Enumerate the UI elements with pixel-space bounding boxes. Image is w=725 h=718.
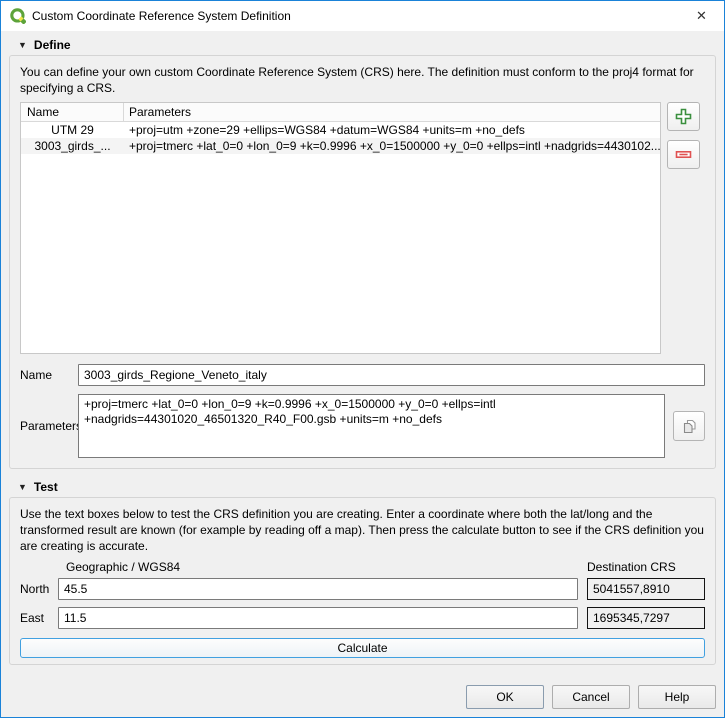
name-label: Name	[20, 368, 78, 382]
east-label: East	[20, 611, 58, 625]
east-result-field: 1695345,7297	[587, 607, 705, 629]
custom-crs-dialog: Custom Coordinate Reference System Defin…	[0, 0, 725, 718]
north-row: North 5041557,8910	[20, 578, 705, 600]
parameters-field-row: Parameters +proj=tmerc +lat_0=0 +lon_0=9…	[20, 394, 705, 458]
crs-name-input[interactable]	[78, 364, 705, 386]
crs-params-cell[interactable]: +proj=utm +zone=29 +ellips=WGS84 +datum=…	[124, 123, 660, 137]
qgis-logo-icon	[10, 8, 26, 24]
define-description: You can define your own custom Coordinat…	[20, 64, 705, 96]
north-result-field: 5041557,8910	[587, 578, 705, 600]
dialog-body: ▼ Define You can define your own custom …	[1, 31, 724, 717]
chevron-down-icon[interactable]: ▼	[18, 41, 27, 50]
crs-table-header: Name Parameters	[21, 103, 660, 122]
title-bar: Custom Coordinate Reference System Defin…	[1, 1, 724, 31]
test-group-frame: Use the text boxes below to test the CRS…	[9, 497, 716, 665]
remove-crs-button[interactable]	[667, 140, 700, 169]
test-section-title: Test	[34, 480, 58, 494]
define-group-frame: You can define your own custom Coordinat…	[9, 55, 716, 469]
test-description: Use the text boxes below to test the CRS…	[20, 506, 705, 554]
crs-name-cell[interactable]: UTM 29	[21, 123, 124, 137]
column-header-parameters[interactable]: Parameters	[124, 105, 660, 119]
section-gap	[9, 469, 716, 477]
window-title: Custom Coordinate Reference System Defin…	[32, 9, 679, 23]
calculate-button[interactable]: Calculate	[20, 638, 705, 658]
cancel-button[interactable]: Cancel	[552, 685, 630, 709]
plus-icon	[675, 108, 692, 125]
copy-icon	[682, 419, 697, 434]
close-icon[interactable]: ✕	[679, 2, 724, 31]
north-input[interactable]	[58, 578, 578, 600]
copy-parameters-button[interactable]	[673, 411, 705, 441]
east-input[interactable]	[58, 607, 578, 629]
parameters-label: Parameters	[20, 419, 78, 433]
crs-parameters-textarea[interactable]: +proj=tmerc +lat_0=0 +lon_0=9 +k=0.9996 …	[78, 394, 665, 458]
name-field-row: Name	[20, 364, 705, 386]
north-label: North	[20, 582, 58, 596]
define-section-header[interactable]: ▼ Define	[9, 35, 716, 55]
minus-icon	[675, 146, 692, 163]
define-section-title: Define	[34, 38, 71, 52]
crs-name-cell[interactable]: 3003_girds_...	[21, 139, 124, 153]
test-section-header[interactable]: ▼ Test	[9, 477, 716, 497]
destination-crs-label: Destination CRS	[587, 560, 705, 574]
table-button-column	[667, 102, 705, 354]
add-crs-button[interactable]	[667, 102, 700, 131]
geographic-label: Geographic / WGS84	[66, 560, 587, 574]
east-row: East 1695345,7297	[20, 607, 705, 629]
footer-button-row: OK Cancel Help	[9, 665, 716, 709]
column-header-name[interactable]: Name	[21, 103, 124, 121]
ok-button[interactable]: OK	[466, 685, 544, 709]
table-row[interactable]: UTM 29 +proj=utm +zone=29 +ellips=WGS84 …	[21, 122, 660, 138]
table-row[interactable]: 3003_girds_... +proj=tmerc +lat_0=0 +lon…	[21, 138, 660, 154]
crs-params-cell[interactable]: +proj=tmerc +lat_0=0 +lon_0=9 +k=0.9996 …	[124, 139, 660, 153]
chevron-down-icon[interactable]: ▼	[18, 483, 27, 492]
crs-table-area: Name Parameters UTM 29 +proj=utm +zone=2…	[20, 102, 705, 354]
crs-table[interactable]: Name Parameters UTM 29 +proj=utm +zone=2…	[20, 102, 661, 354]
axis-labels-row: Geographic / WGS84 Destination CRS	[20, 559, 705, 575]
help-button[interactable]: Help	[638, 685, 716, 709]
